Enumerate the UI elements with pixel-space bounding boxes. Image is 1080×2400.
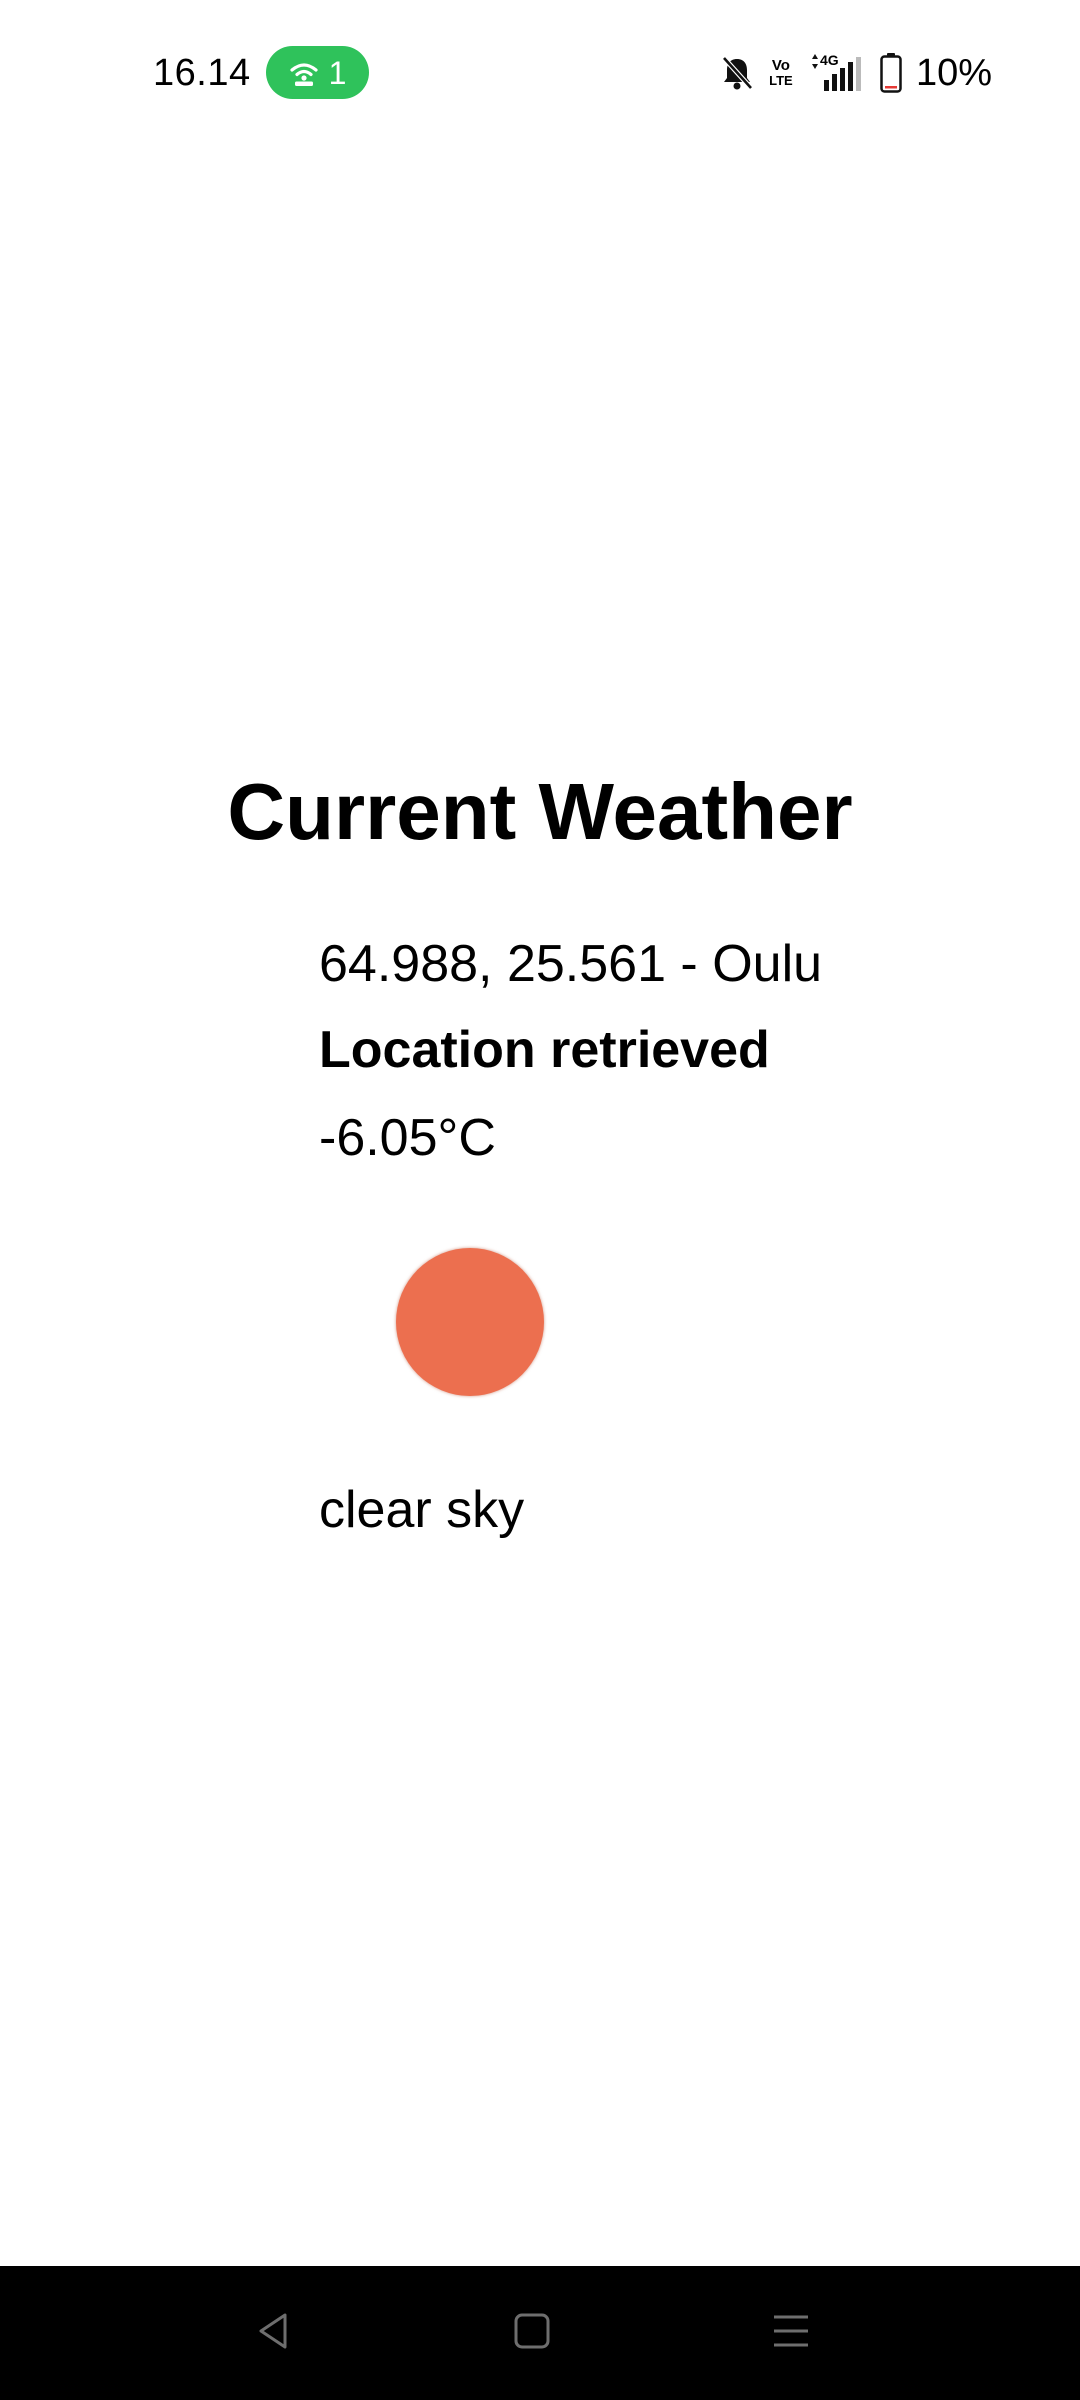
navigation-bar <box>0 2266 1080 2400</box>
page-title: Current Weather <box>227 767 853 856</box>
clear-sky-sun-icon <box>396 1248 544 1396</box>
home-button[interactable] <box>492 2298 572 2368</box>
wifi-hotspot-icon <box>289 59 319 87</box>
battery-percent: 10% <box>915 52 992 94</box>
home-square-icon <box>512 2311 552 2356</box>
temperature-value: -6.05°C <box>319 1109 496 1167</box>
status-bar: 16.14 1 Vo LTE 4G 10% <box>0 0 1080 140</box>
screen: 16.14 1 Vo LTE 4G 10% Current Weather 64… <box>0 0 1080 2400</box>
location-status: Location retrieved <box>319 1021 770 1079</box>
menu-lines-icon <box>771 2311 811 2356</box>
volte-bottom: LTE <box>769 73 793 88</box>
status-time: 16.14 <box>153 52 251 94</box>
bell-off-icon <box>720 55 754 91</box>
weather-description: clear sky <box>319 1481 525 1539</box>
coordinates-text: 64.988, 25.561 - Oulu <box>319 935 823 993</box>
hotspot-count: 1 <box>328 54 347 91</box>
battery-icon <box>880 53 902 93</box>
signal-icon: 4G <box>808 53 866 93</box>
back-triangle-icon <box>254 2311 294 2356</box>
hotspot-indicator: 1 <box>266 46 369 99</box>
volte-indicator: Vo LTE <box>768 58 794 88</box>
recent-apps-button[interactable] <box>751 2298 831 2368</box>
status-icons: Vo LTE 4G 10% <box>720 48 992 98</box>
back-button[interactable] <box>234 2298 314 2368</box>
volte-top: Vo <box>771 57 790 74</box>
